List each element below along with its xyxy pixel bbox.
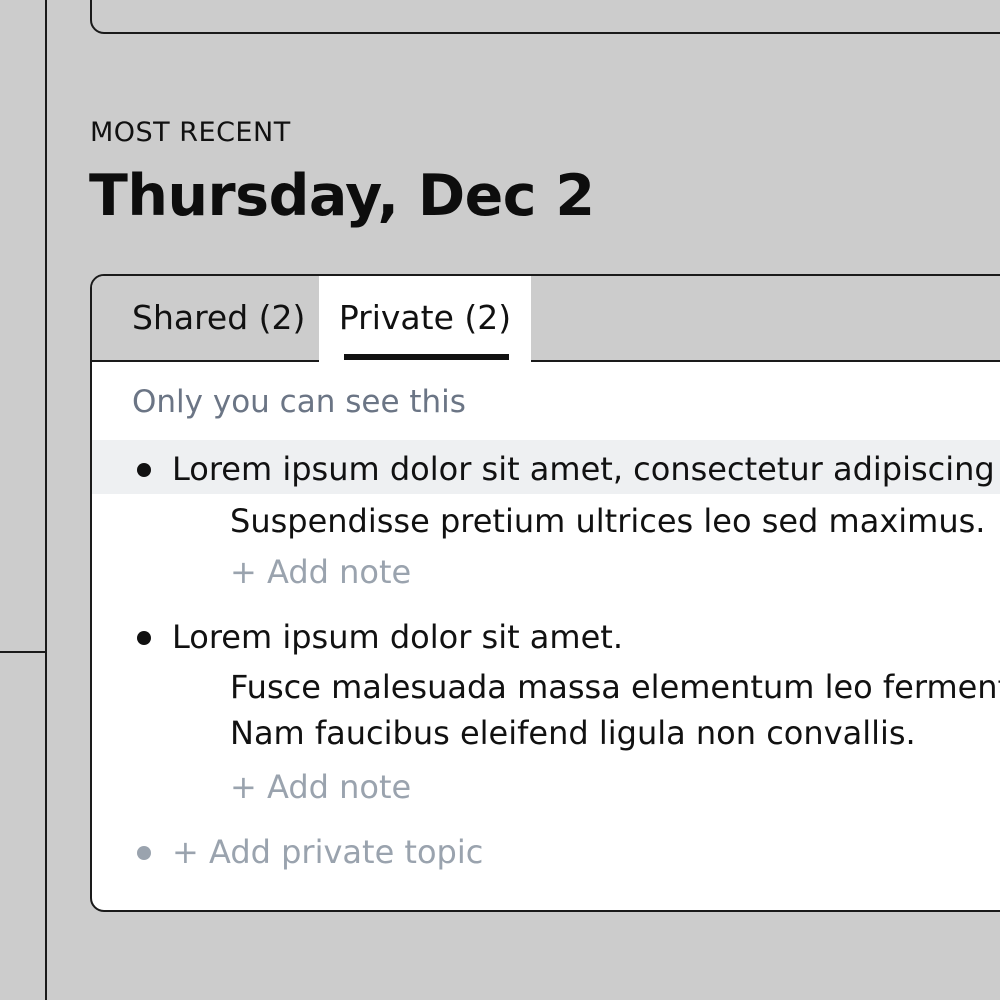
bullet-icon [137,631,151,645]
page: MOST RECENT Thursday, Dec 2 Shared (2) P… [0,0,1000,1000]
section-eyebrow: MOST RECENT [90,117,291,148]
sidebar-border [45,0,47,1000]
visibility-note: Only you can see this [132,384,466,420]
tab-private[interactable]: Private (2) [319,276,531,362]
topic-note-line[interactable]: Nam faucibus eleifend ligula non convall… [230,714,916,752]
topic-title[interactable]: Lorem ipsum dolor sit amet. [172,618,623,656]
tab-active-indicator [344,354,509,360]
sidebar-divider [0,651,46,653]
add-private-topic-button[interactable]: + Add private topic [172,833,483,871]
topic-note-line[interactable]: Fusce malesuada massa elementum leo ferm… [230,668,1000,706]
tab-shared[interactable]: Shared (2) [132,276,305,360]
bullet-icon [137,846,151,860]
previous-card [90,0,1000,34]
add-note-button[interactable]: + Add note [230,553,411,591]
notes-card: Shared (2) Private (2) Only you can see … [90,274,1000,912]
tab-bar: Shared (2) Private (2) [92,276,1000,362]
topic-title[interactable]: Lorem ipsum dolor sit amet, consectetur … [172,450,1000,488]
topic-note-line[interactable]: Suspendisse pretium ultrices leo sed max… [230,502,985,540]
page-title: Thursday, Dec 2 [89,163,595,229]
tab-private-label: Private (2) [338,298,512,337]
add-note-button[interactable]: + Add note [230,768,411,806]
bullet-icon [137,463,151,477]
